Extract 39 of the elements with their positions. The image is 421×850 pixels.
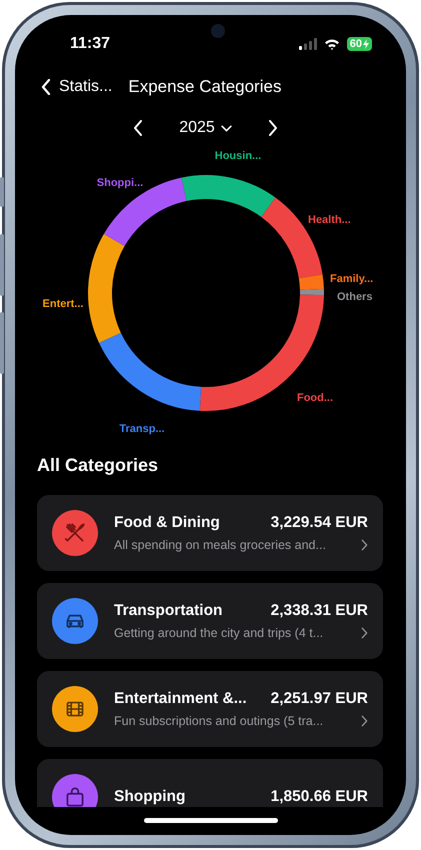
segment-label: Shoppi... — [96, 177, 144, 189]
segment-label: Family... — [330, 273, 374, 285]
category-card[interactable]: Shopping 1,850.66 EUR — [37, 759, 383, 807]
category-card[interactable]: Transportation 2,338.31 EUR Getting around the city and trips (4 t... — [37, 583, 383, 659]
wifi-icon — [324, 38, 340, 50]
category-amount: 2,251.97 EUR — [270, 690, 368, 708]
segment-label: Entert... — [42, 298, 84, 310]
segment-label: Food... — [296, 392, 334, 404]
category-description: All spending on meals groceries and... — [114, 538, 326, 552]
back-button[interactable]: Statis... — [41, 78, 112, 96]
chevron-icon — [361, 627, 368, 639]
screen-title: Expense Categories — [128, 77, 282, 97]
next-year-icon[interactable] — [268, 120, 278, 136]
category-name: Shopping — [114, 788, 186, 806]
category-amount: 2,338.31 EUR — [270, 602, 368, 620]
segment-label: Health... — [308, 214, 351, 226]
category-description: Getting around the city and trips (4 t... — [114, 626, 324, 640]
caret-icon — [220, 124, 232, 132]
section-heading: All Categories — [37, 455, 160, 476]
category-card[interactable]: Entertainment &... 2,251.97 EUR Fun subscriptions and outings (5 tra... — [37, 671, 383, 747]
category-name: Transportation — [114, 602, 223, 620]
chevron-icon — [361, 539, 368, 551]
category-amount: 3,229.54 EUR — [270, 514, 368, 532]
chevron-icon — [361, 715, 368, 727]
segment-label: Transp... — [119, 423, 165, 435]
category-name: Entertainment &... — [114, 690, 247, 708]
segment-label: Others — [337, 291, 372, 303]
category-description: Fun subscriptions and outings (5 tra... — [114, 714, 324, 728]
battery-icon: 60 — [346, 37, 372, 51]
previous-year-icon[interactable] — [133, 120, 144, 136]
category-card[interactable]: Food & Dining 3,229.54 EUR All spending on meals groceries and... — [37, 495, 383, 571]
category-amount: 1,850.66 EUR — [270, 788, 368, 806]
year-dropdown[interactable]: 2025 — [179, 119, 232, 137]
signal-icon — [298, 38, 317, 50]
camera-icon — [211, 24, 225, 38]
category-name: Food & Dining — [114, 514, 220, 532]
status-time: 11:37 — [70, 35, 110, 53]
segment-label: Housin... — [214, 150, 262, 162]
back-chevron-icon — [41, 79, 51, 95]
